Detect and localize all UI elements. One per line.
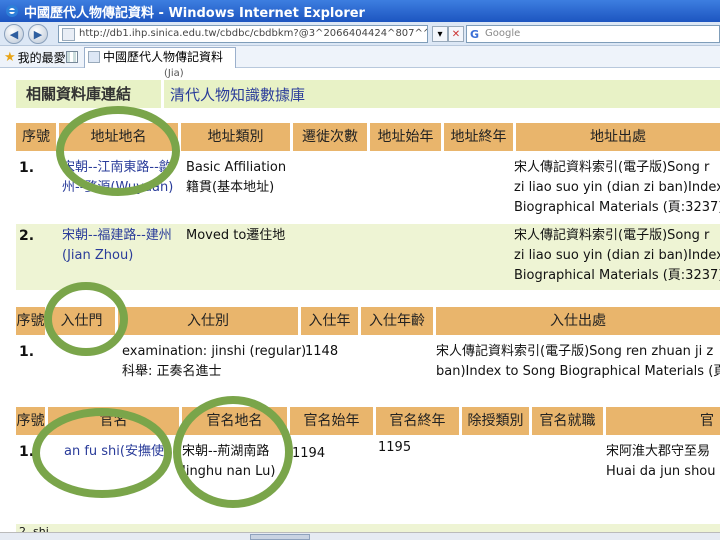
office-end-year: 1195 — [378, 440, 412, 455]
forward-button[interactable]: ▶ — [28, 24, 48, 44]
header-cell: 地址地名 — [59, 123, 181, 151]
entry-year: 1148 — [305, 344, 339, 359]
window-titlebar: 中國歷代人物傳記資料 - Windows Internet Explorer — [0, 0, 720, 22]
source-text: zi liao suo yin (dian zi ban)Index t — [514, 248, 720, 263]
page-content: (Jia) 相關資料庫連結 清代人物知識數據庫 序號 地址地名 地址類別 遷徙次… — [0, 68, 720, 540]
source-text: 宋阿淮大郡守至易 — [606, 444, 711, 459]
row-number: 1. — [19, 444, 35, 460]
header-cell: 官名終年 — [376, 407, 462, 435]
header-cell: 序號 — [16, 407, 48, 435]
office-table-header: 序號 官名 官名地名 官名始年 官名終年 除授類別 官名就職 官 — [16, 407, 720, 435]
office-link[interactable]: an fu shi(安撫使) — [64, 442, 169, 462]
quick-tabs-icon[interactable] — [66, 51, 78, 63]
cut-text: (Jia) — [164, 68, 184, 79]
address-toolbar: ◀ ▶ http://db1.ihp.sinica.edu.tw/cbdbc/c… — [0, 22, 720, 46]
star-icon: ★ — [4, 50, 16, 65]
source-text: Biographical Materials (頁:3237) — [514, 200, 720, 215]
office-start-year: 1194 — [292, 446, 326, 461]
header-cell: 遷徙次數 — [293, 123, 370, 151]
search-placeholder: Google — [485, 28, 521, 39]
source-text: Huai da jun shou c — [606, 464, 720, 479]
place-link[interactable]: 州--婺源(Wuyuan) — [62, 178, 173, 198]
address-type: 籍貫(基本地址) — [186, 180, 275, 195]
source-text: 宋人傳記資料索引(電子版)Song r — [514, 160, 710, 175]
header-cell: 官名地名 — [182, 407, 290, 435]
row-number: 1. — [19, 160, 35, 176]
header-cell: 地址類別 — [181, 123, 293, 151]
header-cell: 除授類別 — [462, 407, 532, 435]
back-button[interactable]: ◀ — [4, 24, 24, 44]
page-icon — [62, 28, 75, 41]
source-text: ban)Index to Song Biographical Materials… — [436, 364, 720, 379]
tab-page-icon — [88, 51, 100, 63]
header-cell: 入仕門 — [48, 307, 118, 335]
header-cell: 地址始年 — [370, 123, 444, 151]
table-row: 2. 宋朝--福建路--建州 (Jian Zhou) Moved to遷住地 宋… — [16, 224, 720, 290]
related-db-label: 相關資料庫連結 — [16, 80, 164, 108]
table-row: 1. an fu shi(安撫使) 宋朝--荊湖南路 Jinghu nan Lu… — [16, 440, 720, 486]
header-cell: 入仕別 — [118, 307, 301, 335]
header-cell: 序號 — [16, 123, 59, 151]
address-type: Moved to遷住地 — [186, 228, 286, 243]
header-cell: 地址出處 — [590, 129, 646, 145]
entry-kind: 科舉: 正奏名進士 — [122, 364, 222, 379]
place-link[interactable]: (Jian Zhou) — [62, 246, 133, 266]
search-input[interactable]: G Google — [466, 25, 720, 43]
address-text: http://db1.ihp.sinica.edu.tw/cbdbc/cbdbk… — [79, 28, 428, 39]
place-link[interactable]: 宋朝--福建路--建州 — [62, 226, 172, 246]
header-cell: 入仕年 — [301, 307, 361, 335]
header-cell: 官名就職 — [532, 407, 606, 435]
row-number: 1. — [19, 344, 35, 360]
entry-table-header: 序號 入仕門 入仕別 入仕年 入仕年齡 入仕出處 — [16, 307, 720, 335]
source-text: 宋人傳記資料索引(電子版)Song ren zhuan ji z — [436, 344, 714, 359]
google-icon: G — [470, 28, 480, 41]
header-cell: 官名 — [48, 407, 182, 435]
related-db-bar: 相關資料庫連結 清代人物知識數據庫 — [16, 80, 720, 108]
address-table-header: 序號 地址地名 地址類別 遷徙次數 地址始年 地址終年 地址出處 — [16, 123, 720, 151]
ie-app-icon — [4, 3, 20, 19]
header-cell: 官 — [700, 413, 714, 429]
office-place: Jinghu nan Lu) — [182, 464, 276, 479]
header-cell: 官名始年 — [290, 407, 376, 435]
row-number: 2. — [19, 228, 35, 244]
address-type: Basic Affiliation — [186, 160, 287, 175]
address-bar[interactable]: http://db1.ihp.sinica.edu.tw/cbdbc/cbdbk… — [58, 25, 428, 43]
tab-current[interactable]: 中國歷代人物傳記資料 — [84, 47, 236, 68]
source-text: zi liao suo yin (dian zi ban)Index t — [514, 180, 720, 195]
stop-icon[interactable]: ✕ — [448, 26, 464, 42]
tab-label: 中國歷代人物傳記資料 — [103, 50, 224, 64]
window-title: 中國歷代人物傳記資料 - Windows Internet Explorer — [24, 5, 365, 21]
office-place: 宋朝--荊湖南路 — [182, 444, 270, 459]
header-cell: 入仕出處 — [550, 313, 606, 329]
entry-kind: examination: jinshi (regular) — [122, 344, 307, 359]
scrollbar-thumb[interactable] — [250, 534, 310, 540]
horizontal-scrollbar[interactable] — [0, 532, 720, 540]
dropdown-icon[interactable]: ▾ — [432, 26, 448, 42]
table-row: 1. 宋朝--江南東路--歙 州--婺源(Wuyuan) Basic Affil… — [16, 156, 720, 222]
related-db-link[interactable]: 清代人物知識數據庫 — [164, 84, 305, 105]
table-row: 1. examination: jinshi (regular) 科舉: 正奏名… — [16, 340, 720, 386]
tab-toolbar: ★ 我的最愛 中國歷代人物傳記資料 — [0, 46, 720, 68]
header-cell: 地址終年 — [444, 123, 516, 151]
source-text: 宋人傳記資料索引(電子版)Song r — [514, 228, 710, 243]
source-text: Biographical Materials (頁:3237) — [514, 268, 720, 283]
favorites-label: 我的最愛 — [17, 51, 66, 65]
header-cell: 序號 — [16, 307, 48, 335]
favorites-button[interactable]: ★ 我的最愛 — [4, 49, 66, 66]
place-link[interactable]: 宋朝--江南東路--歙 — [62, 158, 172, 178]
header-cell: 入仕年齡 — [361, 307, 436, 335]
